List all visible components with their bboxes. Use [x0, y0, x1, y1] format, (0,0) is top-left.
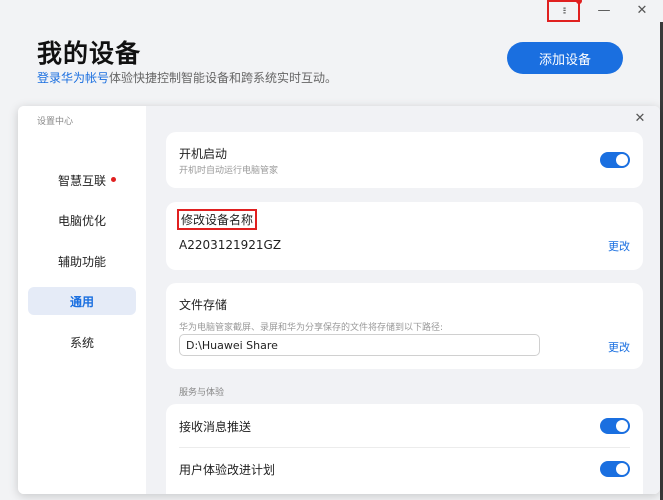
- close-icon: ✕: [636, 2, 648, 18]
- sidebar-item-accessibility[interactable]: 辅助功能: [28, 247, 136, 275]
- notification-dot: [576, 0, 582, 4]
- sidebar-item-system[interactable]: 系统: [28, 328, 136, 356]
- startup-card: 开机启动 开机时自动运行电脑管家: [166, 132, 643, 188]
- sidebar-item-label: 辅助功能: [57, 254, 106, 269]
- storage-desc: 华为电脑管家截屏、录屏和华为分享保存的文件将存储到以下路径:: [179, 323, 444, 333]
- section-label: 服务与体验: [179, 388, 225, 398]
- minimize-icon: —: [597, 2, 611, 18]
- page-subtitle: 登录华为帐号体验快捷控制智能设备和跨系统实时互动。: [37, 69, 337, 86]
- grid-dots-icon: ⁝⁝: [562, 5, 567, 17]
- rename-card: 修改设备名称 A2203121921GZ 更改: [166, 202, 643, 270]
- sidebar-item-label: 智慧互联: [57, 173, 106, 188]
- divider: [179, 447, 630, 448]
- close-icon: ✕: [634, 110, 646, 126]
- sidebar-item-label: 通用: [69, 294, 94, 309]
- storage-title: 文件存储: [179, 298, 228, 312]
- settings-sidebar: 设置中心 智慧互联 电脑优化 辅助功能 通用 系统: [18, 106, 146, 494]
- storage-change-button[interactable]: 更改: [608, 339, 630, 355]
- sidebar-item-general[interactable]: 通用: [28, 287, 136, 315]
- sidebar-title: 设置中心: [37, 117, 74, 127]
- notifications-title: 接收消息推送: [179, 420, 252, 434]
- sidebar-item-label: 电脑优化: [57, 213, 106, 228]
- rename-change-button[interactable]: 更改: [608, 238, 630, 254]
- badge-dot: [111, 177, 116, 182]
- storage-path-field[interactable]: D:\Huawei Share: [179, 334, 540, 356]
- subtitle-text: 体验快捷控制智能设备和跨系统实时互动。: [109, 71, 338, 85]
- services-card: 接收消息推送 用户体验改进计划: [166, 404, 643, 494]
- sidebar-item-label: 系统: [69, 335, 94, 350]
- ux-plan-toggle[interactable]: [600, 461, 630, 477]
- device-name-value: A2203121921GZ: [179, 238, 282, 252]
- login-link[interactable]: 登录华为帐号: [37, 71, 109, 85]
- minimize-button[interactable]: —: [596, 0, 612, 20]
- add-device-button[interactable]: 添加设备: [507, 42, 623, 74]
- ux-plan-title: 用户体验改进计划: [179, 463, 276, 477]
- rename-title: 修改设备名称: [177, 209, 258, 230]
- storage-card: 文件存储 华为电脑管家截屏、录屏和华为分享保存的文件将存储到以下路径: D:\H…: [166, 283, 643, 369]
- sidebar-item-smart-connect[interactable]: 智慧互联: [28, 166, 136, 194]
- settings-panel: 设置中心 智慧互联 电脑优化 辅助功能 通用 系统 开机启动 开机时自动运行电脑…: [18, 106, 660, 494]
- page-title: 我的设备: [37, 39, 142, 68]
- startup-desc: 开机时自动运行电脑管家: [179, 166, 279, 176]
- panel-close-button[interactable]: ✕: [632, 110, 648, 126]
- window-close-button[interactable]: ✕: [634, 0, 650, 20]
- startup-toggle[interactable]: [600, 152, 630, 168]
- startup-title: 开机启动: [179, 147, 228, 161]
- sidebar-item-optimization[interactable]: 电脑优化: [28, 206, 136, 234]
- more-options-button[interactable]: ⁝⁝: [547, 0, 582, 22]
- notifications-toggle[interactable]: [600, 418, 630, 434]
- settings-content: 开机启动 开机时自动运行电脑管家 修改设备名称 A2203121921GZ 更改…: [146, 106, 660, 494]
